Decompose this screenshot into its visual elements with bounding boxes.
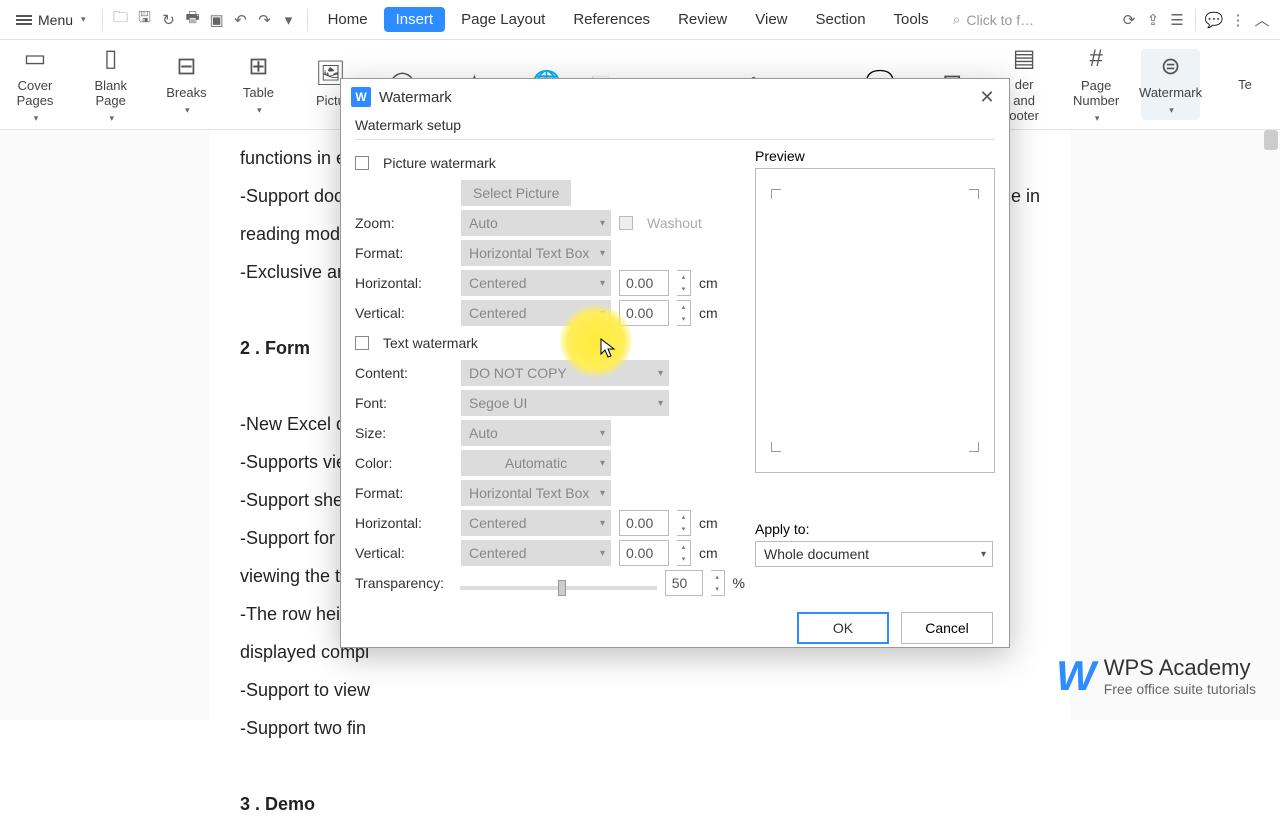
dialog-titlebar: W Watermark ✕ — [341, 79, 1009, 115]
menu-label: Menu — [38, 12, 73, 28]
wps-academy-logo: W WPS Academy Free office suite tutorial… — [1056, 652, 1256, 700]
save-icon[interactable]: 🖫 — [135, 10, 155, 30]
close-button[interactable]: ✕ — [975, 87, 999, 108]
watermark-icon: ⊜ — [1161, 53, 1181, 81]
transparency-spinner[interactable]: ▴▾ — [711, 570, 725, 596]
preview-box — [755, 168, 995, 473]
blank-page-button[interactable]: ▯Blank Page▾ — [80, 42, 141, 128]
collapse-icon[interactable]: ︿ — [1252, 10, 1272, 30]
cancel-button[interactable]: Cancel — [901, 612, 993, 644]
header-footer-icon: ▤ — [1013, 45, 1036, 73]
table-icon: ⊞ — [248, 53, 268, 81]
washout-checkbox — [619, 216, 633, 230]
dialog-title: Watermark — [379, 89, 452, 106]
select-picture-button: Select Picture — [461, 180, 571, 206]
comment-icon[interactable]: 💬 — [1204, 10, 1224, 30]
tab-page-layout[interactable]: Page Layout — [449, 7, 557, 32]
app-logo-icon: W — [351, 87, 371, 107]
transparency-input[interactable] — [665, 570, 703, 596]
v2-offset-spinner[interactable]: ▴▾ — [677, 540, 691, 566]
open-icon[interactable]: 🗀 — [111, 10, 131, 30]
tab-insert[interactable]: Insert — [384, 7, 446, 32]
page-number-icon: # — [1089, 46, 1102, 74]
format-combo: Horizontal Text Box — [461, 240, 611, 266]
vertical2-combo: Centered — [461, 540, 611, 566]
sync-icon[interactable]: ⟳ — [1119, 10, 1139, 30]
menu-button[interactable]: Menu ▾ — [8, 8, 94, 32]
cover-pages-icon: ▭ — [24, 46, 47, 74]
search-icon: ⌕ — [953, 11, 961, 28]
watermark-button[interactable]: ⊜Watermark▾ — [1141, 49, 1200, 119]
watermark-dialog: W Watermark ✕ Watermark setup Picture wa… — [340, 78, 1010, 648]
ok-button[interactable]: OK — [797, 612, 889, 644]
separator — [307, 9, 308, 31]
breaks-icon: ⊟ — [176, 53, 196, 81]
separator — [102, 9, 103, 31]
v2-offset-input[interactable] — [619, 540, 669, 566]
hamburger-icon — [16, 13, 32, 27]
size-combo: Auto — [461, 420, 611, 446]
apply-to-label: Apply to: — [755, 521, 995, 537]
apply-to-combo[interactable]: Whole document — [755, 541, 993, 567]
chevron-down-icon: ▾ — [81, 14, 86, 25]
h2-offset-spinner[interactable]: ▴▾ — [677, 510, 691, 536]
refresh-icon[interactable]: ↻ — [159, 10, 179, 30]
transparency-slider[interactable] — [460, 586, 657, 590]
more-icon[interactable]: ⋮ — [1228, 10, 1248, 30]
tab-tools[interactable]: Tools — [882, 7, 941, 32]
table-button[interactable]: ⊞Table▾ — [231, 49, 285, 119]
search-box[interactable]: ⌕ Click to f… — [953, 11, 1035, 28]
tab-section[interactable]: Section — [804, 7, 878, 32]
text-button[interactable]: Te — [1218, 73, 1272, 97]
font-combo: Segoe UI — [461, 390, 669, 416]
horizontal2-combo: Centered — [461, 510, 611, 536]
tab-references[interactable]: References — [561, 7, 662, 32]
search-placeholder: Click to f… — [966, 12, 1034, 28]
undo-icon[interactable]: ↶ — [231, 10, 251, 30]
h2-offset-input[interactable] — [619, 510, 669, 536]
page-number-button[interactable]: #Page Number▾ — [1069, 42, 1123, 128]
blank-page-icon: ▯ — [104, 46, 117, 74]
section-watermark-setup: Watermark setup — [355, 115, 995, 140]
format2-combo: Horizontal Text Box — [461, 480, 611, 506]
v-offset-spinner[interactable]: ▴▾ — [677, 300, 691, 326]
print-preview-icon[interactable]: ▣ — [207, 10, 227, 30]
vertical-combo: Centered — [461, 300, 611, 326]
separator — [1195, 9, 1196, 31]
v-offset-input[interactable] — [619, 300, 669, 326]
redo-icon[interactable]: ↷ — [255, 10, 275, 30]
share-icon[interactable]: ⇪ — [1143, 10, 1163, 30]
zoom-combo: Auto — [461, 210, 611, 236]
cover-pages-button[interactable]: ▭Cover Pages▾ — [8, 42, 62, 128]
wps-logo-icon: W — [1056, 652, 1092, 700]
text-watermark-checkbox[interactable]: Text watermark — [355, 328, 745, 358]
picture-watermark-checkbox[interactable]: Picture watermark — [355, 148, 745, 178]
h-offset-spinner[interactable]: ▴▾ — [677, 270, 691, 296]
content-combo: DO NOT COPY — [461, 360, 669, 386]
tab-view[interactable]: View — [743, 7, 799, 32]
tab-review[interactable]: Review — [666, 7, 739, 32]
breaks-button[interactable]: ⊟Breaks▾ — [159, 49, 213, 119]
horizontal-combo: Centered — [461, 270, 611, 296]
print-icon[interactable]: 🖶 — [183, 10, 203, 30]
highlight-icon[interactable]: ☰ — [1167, 10, 1187, 30]
main-toolbar: Menu ▾ 🗀 🖫 ↻ 🖶 ▣ ↶ ↷ ▾ Home Insert Page … — [0, 0, 1280, 40]
chevron-down-icon[interactable]: ▾ — [279, 10, 299, 30]
color-combo: Automatic — [461, 450, 611, 476]
h-offset-input[interactable] — [619, 270, 669, 296]
tab-home[interactable]: Home — [316, 7, 380, 32]
preview-label: Preview — [755, 148, 995, 164]
vertical-scrollbar[interactable] — [1264, 130, 1278, 150]
